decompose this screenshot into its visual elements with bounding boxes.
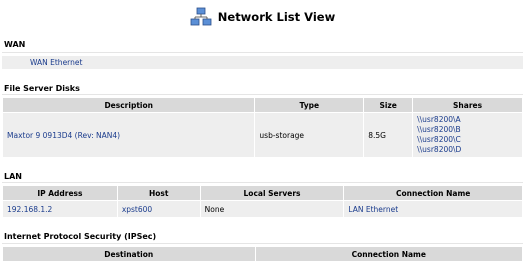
wan-heading: WAN (4, 40, 26, 49)
col-connection-name: Connection Name (343, 185, 523, 201)
lan-connection-link[interactable]: LAN Ethernet (343, 200, 523, 218)
wan-ethernet-link[interactable]: WAN Ethernet (30, 58, 82, 67)
disk-description-link[interactable]: Maxtor 9 0913D4 (Rev: NAN4) (1, 112, 256, 158)
share-link[interactable]: \\usr8200\D (417, 145, 518, 155)
ipsec-heading: Internet Protocol Security (IPSec) (4, 232, 157, 241)
lan-table: IP Address Host Local Servers Connection… (2, 185, 523, 218)
share-link[interactable]: \\usr8200\C (417, 135, 518, 145)
wan-separator (2, 52, 523, 53)
lan-heading: LAN (4, 172, 22, 181)
col-ip-address: IP Address (2, 185, 118, 201)
col-size: Size (363, 97, 414, 113)
share-link[interactable]: \\usr8200\A (417, 115, 518, 125)
col-ipsec-connection-name: Connection Name (254, 246, 524, 262)
table-row: Maxtor 9 0913D4 (Rev: NAN4) usb-storage … (1, 112, 523, 158)
file-server-separator (2, 94, 523, 95)
lan-separator (2, 182, 523, 183)
col-description: Description (1, 97, 256, 113)
col-destination: Destination (2, 246, 256, 262)
ipsec-separator (2, 243, 523, 244)
disk-shares: \\usr8200\A \\usr8200\B \\usr8200\C \\us… (412, 112, 523, 158)
ipsec-header-row: Destination Connection Name (2, 246, 524, 262)
disk-type: usb-storage (254, 112, 365, 158)
page-title: Network List View (217, 10, 336, 24)
table-row: 192.168.1.2 xpst600 None LAN Ethernet (2, 200, 523, 218)
file-server-table: Description Type Size Shares Maxtor 9 09… (1, 97, 523, 158)
col-shares: Shares (412, 97, 523, 113)
ipsec-table: Destination Connection Name (2, 246, 524, 262)
title-row: Network List View (0, 6, 525, 28)
col-local-servers: Local Servers (199, 185, 345, 201)
lan-header-row: IP Address Host Local Servers Connection… (2, 185, 523, 201)
file-server-header-row: Description Type Size Shares (1, 97, 523, 113)
col-host: Host (116, 185, 201, 201)
col-type: Type (254, 97, 365, 113)
lan-host-link[interactable]: xpst600 (116, 200, 201, 218)
wan-row: WAN Ethernet (2, 56, 523, 69)
lan-ip-link[interactable]: 192.168.1.2 (2, 200, 118, 218)
disk-size: 8.5G (363, 112, 414, 158)
share-link[interactable]: \\usr8200\B (417, 125, 518, 135)
file-server-heading: File Server Disks (4, 84, 80, 93)
lan-local-servers: None (199, 200, 345, 218)
network-icon (190, 7, 212, 26)
